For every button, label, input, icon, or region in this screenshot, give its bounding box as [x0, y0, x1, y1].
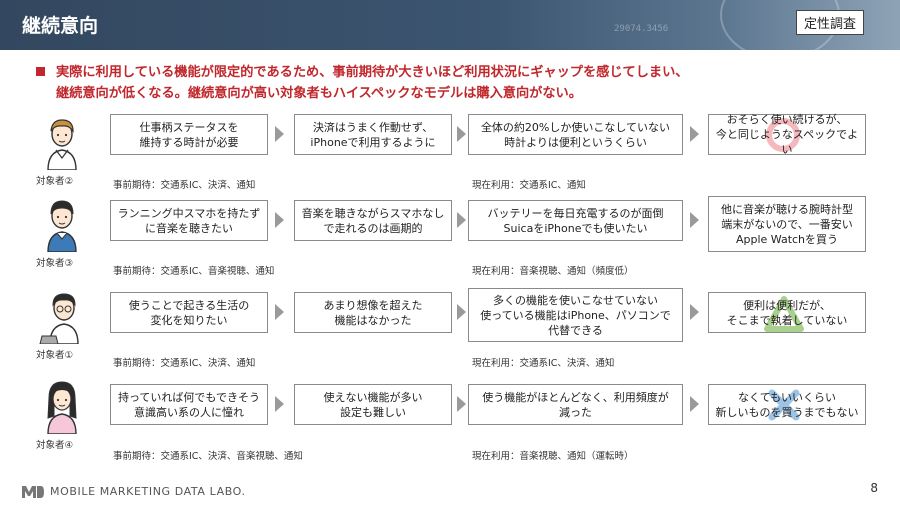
- expectation-note: 事前期待：交通系IC、決済、音楽視聴、通知: [113, 451, 303, 462]
- male-avatar-icon: [47, 119, 77, 170]
- lead-text: 実際に利用している機能が限定的であるため、事前期待が大きいほど利用状況にギャップ…: [56, 62, 876, 104]
- expectation-note: 事前期待：交通系IC、音楽視聴、通知: [113, 266, 275, 277]
- arrow-right-icon: [690, 126, 699, 142]
- arrow-right-icon: [275, 126, 284, 142]
- step-box-motivation: 仕事柄ステータスを 維持する時計が必要: [110, 114, 268, 155]
- respondent-label: 対象者④: [36, 440, 74, 451]
- step-box-experience: あまり想像を超えた 機能はなかった: [294, 292, 452, 333]
- runner-avatar-icon: [47, 200, 77, 252]
- step-box-current-use: バッテリーを毎日充電するのが面倒 SuicaをiPhoneでも使いたい: [468, 200, 683, 241]
- step-box-intention: 他に音楽が聴ける腕時計型 端末がないので、一番安い Apple Watchを買う: [708, 196, 866, 252]
- arrow-right-icon: [457, 396, 466, 412]
- mmd-logo-icon: [22, 486, 44, 498]
- step-box-current-use: 全体の約20%しか使いこなしていない 時計よりは便利というくらい: [468, 114, 683, 155]
- respondent-row-1: 対象者① 使うことで起きる生活の 変化を知りたい あまり想像を超えた 機能はなかった…: [0, 288, 900, 370]
- step-box-experience: 決済はうまく作動せず、 iPhoneで利用するように: [294, 114, 452, 155]
- page-number: 8: [870, 481, 878, 495]
- female-avatar-icon: [47, 381, 77, 434]
- step-box-experience: 音楽を聴きながらスマホなし で走れるのは画期的: [294, 200, 452, 241]
- survey-type-badge: 定性調査: [795, 10, 864, 35]
- expectation-note: 事前期待：交通系IC、決済、通知: [113, 180, 256, 191]
- current-use-note: 現在利用：音楽視聴、通知（運転時）: [472, 451, 634, 462]
- step-box-intention: おそらく使い続けるが、 今と同じようなスペックでよい: [708, 113, 866, 156]
- bullet-square-icon: [36, 67, 45, 76]
- arrow-right-icon: [457, 126, 466, 142]
- respondent-label: 対象者③: [36, 258, 74, 269]
- arrow-right-icon: [690, 396, 699, 412]
- laptop-user-avatar-icon: [39, 293, 79, 344]
- arrow-right-icon: [457, 212, 466, 228]
- lead-line-1: 実際に利用している機能が限定的であるため、事前期待が大きいほど利用状況にギャップ…: [56, 65, 689, 80]
- step-box-motivation: 使うことで起きる生活の 変化を知りたい: [110, 292, 268, 333]
- arrow-right-icon: [690, 212, 699, 228]
- respondent-label: 対象者②: [36, 176, 74, 187]
- lead-line-2: 継続意向が低くなる。継続意向が高い対象者もハイスペックなモデルは購入意向がない。: [56, 86, 582, 101]
- current-use-note: 現在利用：交通系IC、通知: [472, 180, 586, 191]
- step-box-intention: なくてもいいくらい 新しいものを買うまでもない: [708, 384, 866, 425]
- step-box-motivation: 持っていれば何でもできそう 意識高い系の人に憧れ: [110, 384, 268, 425]
- header-bar: 29074.3456 継続意向 定性調査: [0, 0, 900, 50]
- arrow-right-icon: [457, 304, 466, 320]
- respondent-label: 対象者①: [36, 350, 74, 361]
- lead-statement: 実際に利用している機能が限定的であるため、事前期待が大きいほど利用状況にギャップ…: [36, 62, 876, 104]
- company-logo: MOBILE MARKETING DATA LABO.: [22, 484, 246, 498]
- current-use-note: 現在利用：交通系IC、決済、通知: [472, 358, 615, 369]
- arrow-right-icon: [275, 212, 284, 228]
- respondent-row-4: 対象者④ 持っていれば何でもできそう 意識高い系の人に憧れ 使えない機能が多い 設定…: [0, 378, 900, 462]
- decorative-number: 29074.3456: [614, 24, 669, 34]
- arrow-right-icon: [690, 304, 699, 320]
- respondent-row-2: 対象者② 仕事柄ステータスを 維持する時計が必要 決済はうまく作動せず、 iPhon…: [0, 113, 900, 196]
- step-box-motivation: ランニング中スマホを持たず に音楽を聴きたい: [110, 200, 268, 241]
- arrow-right-icon: [275, 304, 284, 320]
- arrow-right-icon: [275, 396, 284, 412]
- step-box-intention: 便利は便利だが、 そこまで執着していない: [708, 292, 866, 333]
- step-box-experience: 使えない機能が多い 設定も難しい: [294, 384, 452, 425]
- page-title: 継続意向: [22, 15, 99, 37]
- logo-text: MOBILE MARKETING DATA LABO.: [50, 484, 246, 498]
- step-box-current-use: 多くの機能を使いこなせていない 使っている機能はiPhone、パソコンで 代替できる: [468, 288, 683, 342]
- respondent-row-3: 対象者③ ランニング中スマホを持たず に音楽を聴きたい 音楽を聴きながらスマホなし…: [0, 196, 900, 278]
- expectation-note: 事前期待：交通系IC、決済、通知: [113, 358, 256, 369]
- current-use-note: 現在利用：音楽視聴、通知（頻度低）: [472, 266, 634, 277]
- step-box-current-use: 使う機能がほとんどなく、利用頻度が 減った: [468, 384, 683, 425]
